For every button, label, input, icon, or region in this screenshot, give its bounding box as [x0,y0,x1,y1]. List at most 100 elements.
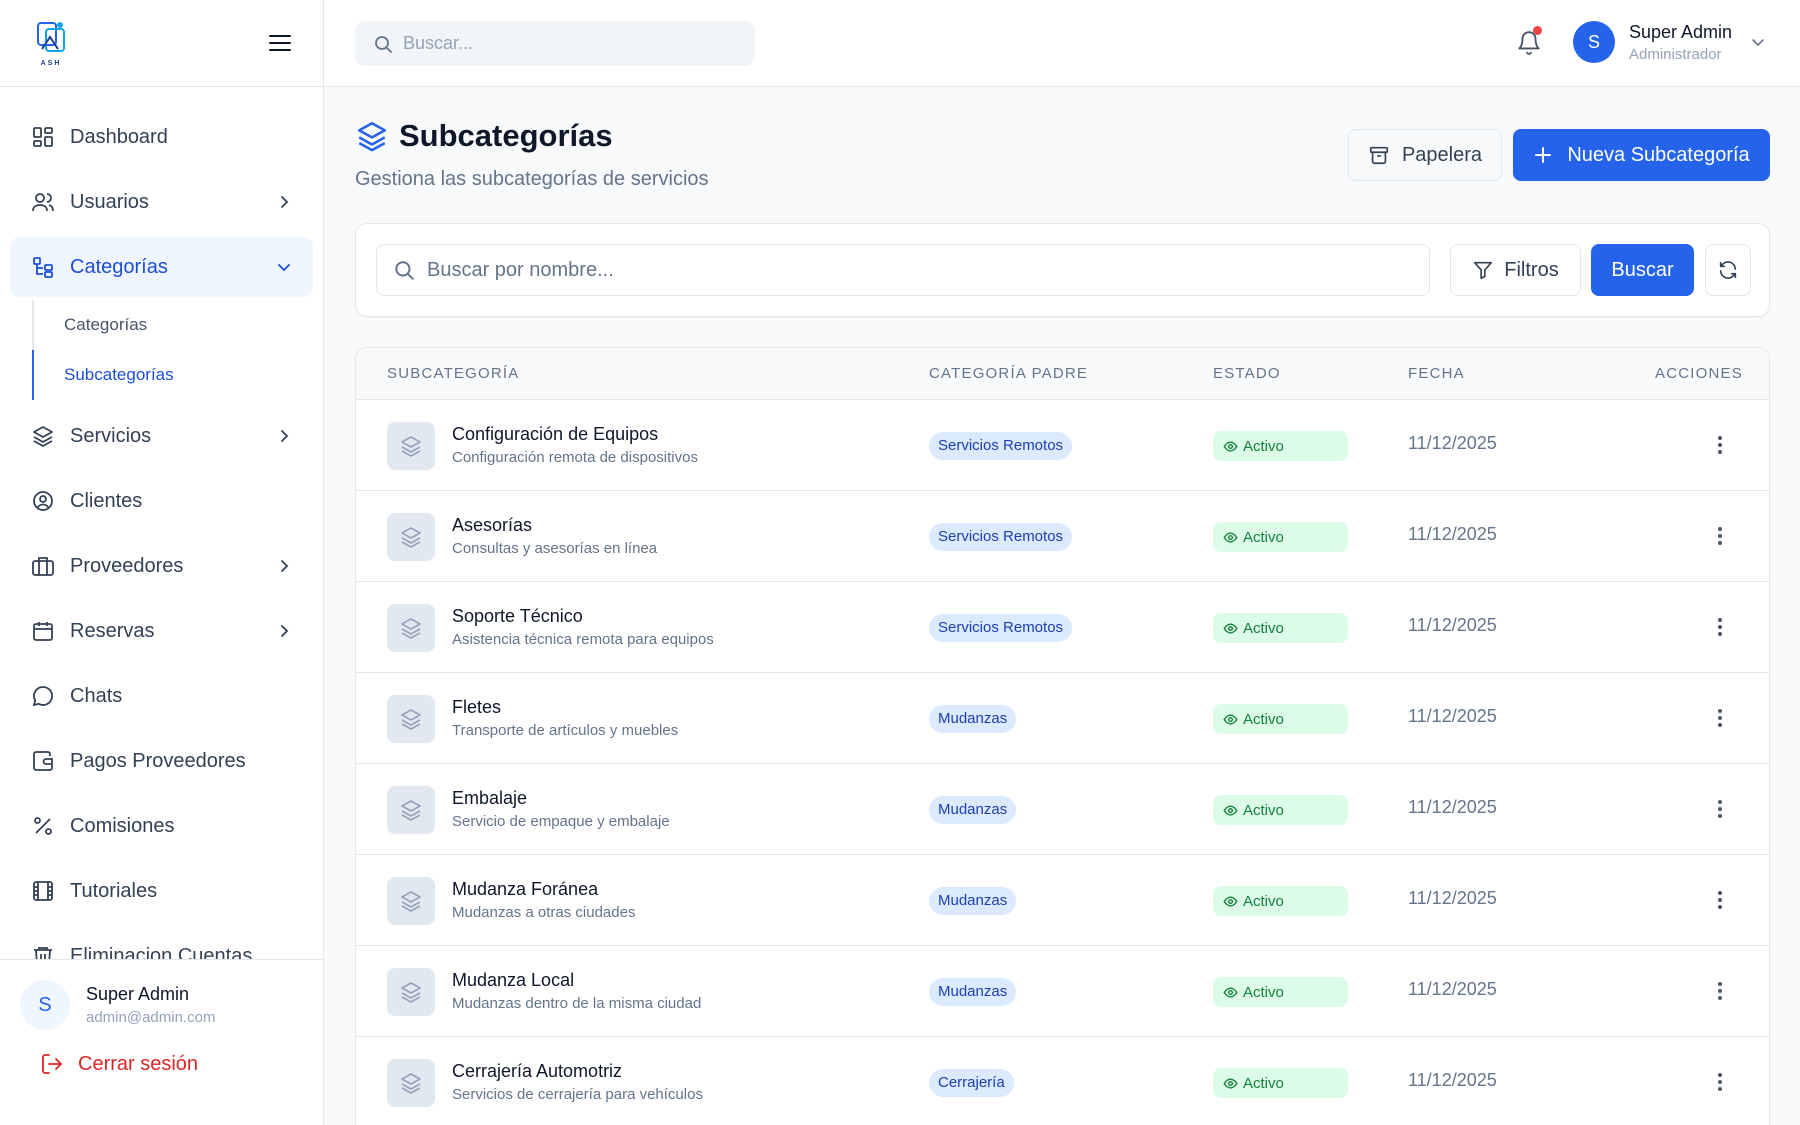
sidebar-item-clientes[interactable]: Clientes [10,471,313,531]
status-text: Activo [1243,892,1284,910]
refresh-icon [1719,261,1737,279]
row-actions-button[interactable] [1708,797,1732,821]
subcategory-thumbnail [387,513,435,561]
page-title: Subcategorías [399,118,613,153]
row-actions-button[interactable] [1708,615,1732,639]
categorias-submenu: Categorías Subcategorías [32,300,313,400]
sidebar-item-proveedores[interactable]: Proveedores [10,536,313,596]
layers-icon [401,618,421,639]
subcategory-name: Asesorías [452,515,533,535]
row-actions-button[interactable] [1708,524,1732,548]
subcategory-name: Cerrajería Automotriz [452,1061,623,1081]
sidebar-item-chats[interactable]: Chats [10,666,313,726]
sidebar-item-label: Eliminacion Cuentas [70,944,253,960]
filters-button[interactable]: Filtros [1450,244,1581,296]
profile-role: Administrador [1629,45,1722,63]
column-header-fecha[interactable]: FECHA [1408,348,1465,400]
layers-icon [401,527,421,548]
subitem-subcategorias[interactable]: Subcategorías [32,350,313,400]
subcategory-thumbnail [387,968,435,1016]
layers-icon [401,800,421,821]
chat-icon [30,683,56,709]
layers-icon [401,982,421,1003]
row-actions-button[interactable] [1708,1070,1732,1094]
avatar: S [20,980,70,1030]
subcategory-name: Fletes [452,697,502,717]
table-row[interactable]: Fletes Transporte de artículos y muebles… [356,673,1769,764]
layers-icon [401,709,421,730]
created-date: 11/12/2025 [1408,433,1497,453]
sidebar-item-label: Clientes [70,489,143,512]
sidebar-item-comisiones[interactable]: Comisiones [10,796,313,856]
eye-icon [1223,804,1238,816]
column-header-subcategoria[interactable]: SUBCATEGORÍA [387,348,519,400]
logout-icon [42,1054,62,1074]
status-text: Activo [1243,983,1284,1001]
dashboard-icon [30,124,56,150]
table-row[interactable]: Soporte Técnico Asistencia técnica remot… [356,582,1769,673]
trash-button[interactable]: Papelera [1348,129,1502,181]
subcategory-description: Consultas y asesorías en línea [452,540,658,557]
sidebar-item-usuarios[interactable]: Usuarios [10,172,313,232]
table-row[interactable]: Configuración de Equipos Configuración r… [356,400,1769,491]
row-actions-button[interactable] [1708,979,1732,1003]
sidebar-item-categorias[interactable]: Categorías [10,237,313,297]
status-badge: Activo [1213,795,1348,825]
percent-icon [30,813,56,839]
notification-badge [1533,26,1542,35]
sidebar-item-dashboard[interactable]: Dashboard [10,107,313,167]
new-subcategory-button[interactable]: Nueva Subcategoría [1513,129,1770,181]
sidebar-item-tutoriales[interactable]: Tutoriales [10,861,313,921]
row-actions-button[interactable] [1708,706,1732,730]
more-vertical-icon [1718,436,1722,454]
logout-button[interactable]: Cerrar sesión [0,1030,323,1076]
refresh-button[interactable] [1705,244,1751,296]
sidebar-nav: Dashboard Usuarios Categorías Categorías… [0,87,323,959]
more-vertical-icon [1718,618,1722,636]
subcategory-description: Asistencia técnica remota para equipos [452,631,714,648]
table-row[interactable]: Asesorías Consultas y asesorías en línea… [356,491,1769,582]
notifications-button[interactable] [1516,26,1542,56]
subcategories-table: SUBCATEGORÍA CATEGORÍA PADRE ESTADO FECH… [355,347,1770,1125]
created-date: 11/12/2025 [1408,615,1497,635]
sidebar-item-servicios[interactable]: Servicios [10,406,313,466]
name-search-input[interactable] [427,258,1387,282]
status-badge: Activo [1213,613,1348,643]
sidebar-user: S Super Admin admin@admin.com [0,960,323,1030]
global-search[interactable] [355,21,755,66]
sidebar-item-reservas[interactable]: Reservas [10,601,313,661]
global-search-input[interactable] [403,33,743,54]
table-row[interactable]: Cerrajería Automotriz Servicios de cerra… [356,1037,1769,1125]
search-button[interactable]: Buscar [1591,244,1694,296]
new-subcategory-label: Nueva Subcategoría [1567,143,1750,166]
subcategory-description: Mudanzas a otras ciudades [452,904,636,921]
column-header-estado[interactable]: ESTADO [1213,348,1281,400]
film-icon [30,878,56,904]
table-row[interactable]: Mudanza Local Mudanzas dentro de la mism… [356,946,1769,1037]
column-header-categoria-padre[interactable]: CATEGORÍA PADRE [929,348,1088,400]
eye-icon [1223,1077,1238,1089]
profile-menu[interactable]: S Super Admin Administrador [1573,21,1766,63]
search-icon [375,35,392,53]
sidebar-item-label: Dashboard [70,125,168,148]
topbar: S Super Admin Administrador [324,0,1800,87]
table-row[interactable]: Mudanza Foránea Mudanzas a otras ciudade… [356,855,1769,946]
created-date: 11/12/2025 [1408,1070,1497,1090]
sidebar-item-eliminacion-cuentas[interactable]: Eliminacion Cuentas [10,926,313,959]
app-logo[interactable]: ASH [30,19,72,67]
menu-toggle-button[interactable] [267,30,293,56]
table-row[interactable]: Embalaje Servicio de empaque y embalaje … [356,764,1769,855]
row-actions-button[interactable] [1708,433,1732,457]
column-header-acciones: ACCIONES [1655,365,1743,382]
more-vertical-icon [1718,800,1722,818]
more-vertical-icon [1718,709,1722,727]
sidebar-item-pagos-proveedores[interactable]: Pagos Proveedores [10,731,313,791]
parent-category-badge: Mudanzas [929,887,1017,915]
row-actions-button[interactable] [1708,888,1732,912]
briefcase-icon [30,553,56,579]
name-search[interactable] [376,244,1430,296]
chevron-down-icon [1752,39,1764,47]
subitem-categorias[interactable]: Categorías [32,300,313,350]
parent-category-badge: Cerrajería [929,1069,1014,1097]
sidebar-item-label: Usuarios [70,190,149,213]
